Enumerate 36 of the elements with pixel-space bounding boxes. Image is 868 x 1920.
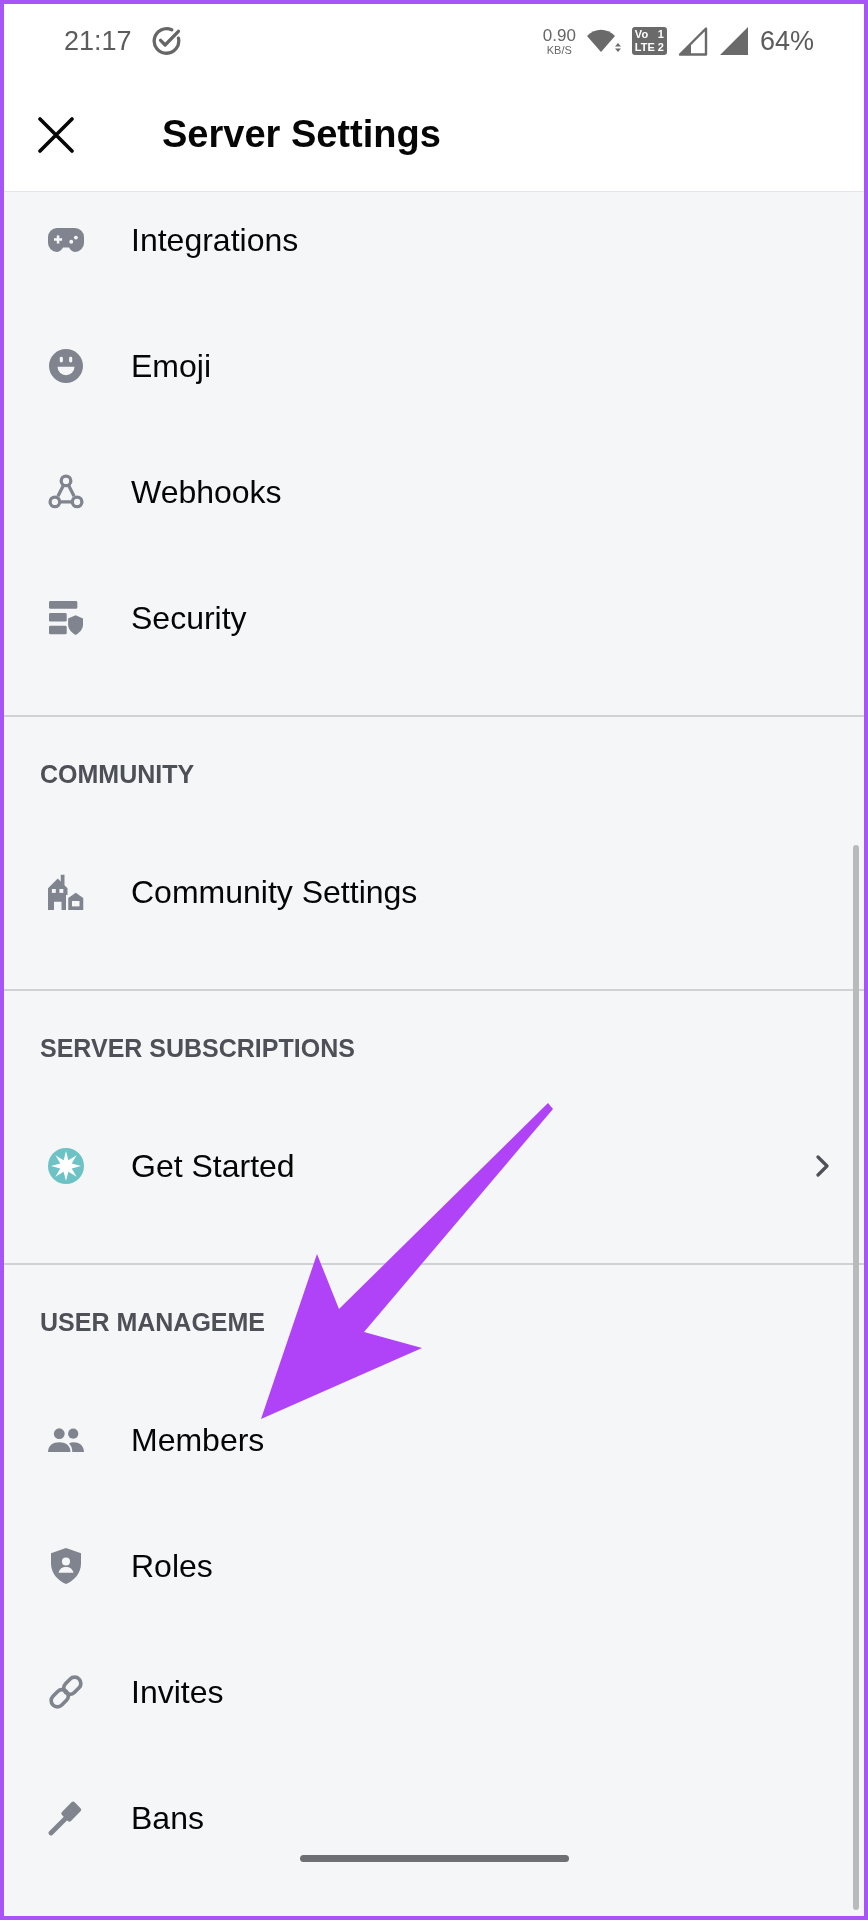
smiley-icon (49, 349, 83, 383)
section-heading: COMMUNITY (39, 759, 196, 790)
status-time: 21:17 (64, 25, 132, 57)
settings-item[interactable]: Members (4, 1377, 864, 1503)
gamepad-icon (48, 228, 84, 252)
signal-icon (718, 26, 749, 56)
settings-item[interactable]: Security (4, 555, 864, 681)
houses-icon (48, 874, 84, 910)
close-icon (38, 116, 74, 153)
settings-item[interactable]: Webhooks (4, 429, 864, 555)
check-circle-icon (151, 26, 182, 56)
section-heading: SERVER SUBSCRIPTIONS (39, 1033, 356, 1064)
settings-item[interactable]: Invites (4, 1629, 864, 1755)
section-heading: USER MANAGEME (39, 1307, 266, 1338)
settings-item[interactable]: Integrations (4, 192, 864, 303)
wifi-icon (586, 29, 621, 53)
network-label: LTE (634, 41, 655, 54)
settings-item[interactable]: Community Settings (4, 829, 864, 955)
settings-item[interactable]: Emoji (4, 303, 864, 429)
data-speed-unit: KB/S (546, 44, 572, 56)
star-badge-icon (48, 1148, 84, 1184)
settings-item[interactable]: Bans (4, 1755, 864, 1881)
battery-percentage: 64% (759, 25, 814, 57)
link-icon (49, 1675, 83, 1709)
shield-person-icon (51, 1548, 81, 1584)
close-button[interactable] (38, 116, 74, 153)
hammer-icon (48, 1800, 84, 1836)
signal-icon (677, 26, 708, 56)
screen-title: Server Settings (162, 113, 441, 156)
sim-slot-label: 1 (657, 28, 664, 41)
people-icon (48, 1428, 84, 1452)
server-shield-icon (49, 600, 83, 636)
network-label: Vo (634, 28, 650, 41)
data-speed-value: 0.90 (542, 26, 576, 44)
sim-slot-label: 2 (657, 41, 664, 54)
webhook-icon (48, 474, 84, 510)
